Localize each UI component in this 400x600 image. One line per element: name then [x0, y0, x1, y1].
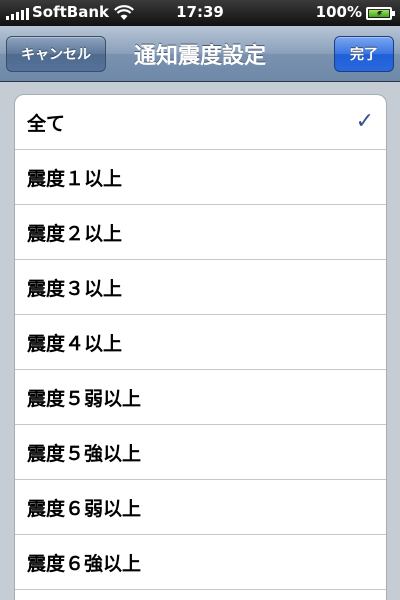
intensity-list: 全て ✓ 震度１以上 震度２以上 震度３以上 震度４以上 震度５弱以上 震度５強… [14, 94, 387, 600]
list-item-label: 震度４以上 [27, 332, 123, 355]
list-item-label: 震度２以上 [27, 222, 123, 245]
list-item-label: 全て [27, 112, 66, 135]
status-bar: SoftBank 17:39 100% [0, 0, 400, 26]
list-item-5-strong[interactable]: 震度５強以上 [15, 425, 386, 480]
list-item-1[interactable]: 震度１以上 [15, 150, 386, 205]
battery-icon [366, 7, 395, 20]
list-item-2[interactable]: 震度２以上 [15, 205, 386, 260]
list-item-label: 震度５強以上 [27, 442, 142, 465]
list-item-label: 震度６弱以上 [27, 497, 142, 520]
list-item-label: 震度３以上 [27, 277, 123, 300]
list-item-3[interactable]: 震度３以上 [15, 260, 386, 315]
list-item-label: 震度６強以上 [27, 552, 142, 575]
checkmark-icon: ✓ [355, 109, 374, 134]
list-item-label: 震度５弱以上 [27, 387, 142, 410]
list-item-4[interactable]: 震度４以上 [15, 315, 386, 370]
battery-percent: 100% [315, 3, 362, 21]
list-item-5-weak[interactable]: 震度５弱以上 [15, 370, 386, 425]
list-item-all[interactable]: 全て ✓ [15, 95, 386, 150]
list-item-6-weak[interactable]: 震度６弱以上 [15, 480, 386, 535]
done-button[interactable]: 完了 [334, 36, 394, 72]
list-item-label: 震度１以上 [27, 167, 123, 190]
list-item-6-strong[interactable]: 震度６強以上 [15, 535, 386, 590]
navigation-bar: キャンセル 通知震度設定 完了 [0, 26, 400, 82]
